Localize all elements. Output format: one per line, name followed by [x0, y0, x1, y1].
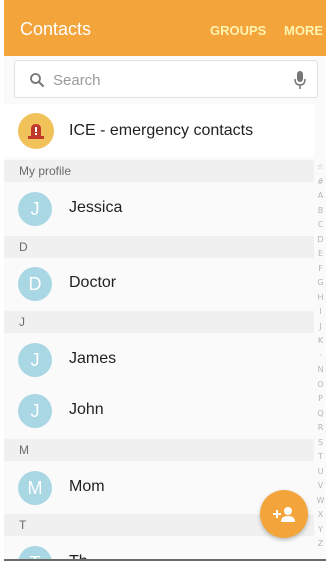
index-letter[interactable]: ☆: [315, 160, 326, 175]
avatar: J: [18, 343, 52, 377]
avatar: J: [18, 394, 52, 428]
contact-row-th[interactable]: T Th: [4, 538, 314, 561]
index-letter[interactable]: Y: [315, 523, 326, 538]
search-icon: [30, 73, 45, 88]
section-header-m: M: [4, 439, 314, 461]
contact-name: Jessica: [69, 199, 123, 216]
avatar: M: [18, 471, 52, 505]
section-header-label: M: [19, 443, 29, 457]
ice-contacts-row[interactable]: ICE - emergency contacts: [4, 104, 314, 158]
section-header-label: T: [19, 518, 27, 532]
contact-row-jessica[interactable]: J Jessica: [4, 184, 314, 234]
index-letter[interactable]: O: [315, 378, 326, 393]
section-header-my-profile: My profile: [4, 160, 314, 182]
index-letter[interactable]: #: [315, 175, 326, 190]
avatar: J: [18, 192, 52, 226]
index-letter[interactable]: D: [315, 233, 326, 248]
app-title: Contacts: [20, 19, 92, 39]
groups-button[interactable]: GROUPS: [210, 23, 266, 38]
index-letter[interactable]: K: [315, 334, 326, 349]
add-contact-button[interactable]: [260, 490, 308, 538]
section-header-label: D: [19, 240, 28, 254]
index-letter[interactable]: X: [315, 508, 326, 523]
add-contact-icon: [273, 507, 295, 522]
index-letter[interactable]: N: [315, 363, 326, 378]
index-letter[interactable]: I: [315, 305, 326, 320]
contact-row-john[interactable]: J John: [4, 386, 314, 436]
index-letter[interactable]: J: [315, 320, 326, 335]
section-header-j: J: [4, 311, 314, 333]
index-letter[interactable]: ·: [315, 349, 326, 364]
contacts-screen: Contacts GROUPS MORE Search ICE - emerge…: [4, 0, 326, 561]
index-letter[interactable]: E: [315, 247, 326, 262]
search-input[interactable]: Search: [53, 72, 101, 89]
section-header-d: D: [4, 236, 314, 258]
index-letter[interactable]: B: [315, 204, 326, 219]
search-bar[interactable]: Search: [14, 60, 318, 98]
index-letter[interactable]: A: [315, 189, 326, 204]
index-letter[interactable]: W: [315, 494, 326, 509]
index-letter[interactable]: F: [315, 262, 326, 277]
alphabet-index-scroller[interactable]: ☆ # A B C D E F G H I J K · N O P Q R S T U V W X Y Z: [315, 160, 326, 552]
index-letter[interactable]: Z: [315, 537, 326, 552]
index-letter[interactable]: V: [315, 479, 326, 494]
contact-name: Mom: [69, 478, 105, 495]
contact-row-james[interactable]: J James: [4, 335, 314, 385]
microphone-icon[interactable]: [293, 70, 307, 90]
avatar: D: [18, 267, 52, 301]
contact-row-doctor[interactable]: D Doctor: [4, 259, 314, 309]
index-letter[interactable]: C: [315, 218, 326, 233]
index-letter[interactable]: H: [315, 291, 326, 306]
section-header-label: My profile: [19, 164, 72, 178]
contact-name: James: [69, 350, 117, 367]
index-letter[interactable]: P: [315, 392, 326, 407]
index-letter[interactable]: T: [315, 450, 326, 465]
index-letter[interactable]: G: [315, 276, 326, 291]
index-letter[interactable]: U: [315, 465, 326, 480]
contact-name: Doctor: [69, 274, 117, 291]
index-letter[interactable]: R: [315, 421, 326, 436]
index-letter[interactable]: Q: [315, 407, 326, 422]
more-button[interactable]: MORE: [284, 23, 323, 38]
index-letter[interactable]: S: [315, 436, 326, 451]
ice-contacts-label: ICE - emergency contacts: [69, 122, 254, 139]
contact-name: John: [69, 401, 104, 418]
section-header-label: J: [19, 315, 25, 329]
emergency-light-icon: [18, 113, 54, 149]
app-bar: Contacts GROUPS MORE: [4, 0, 326, 56]
